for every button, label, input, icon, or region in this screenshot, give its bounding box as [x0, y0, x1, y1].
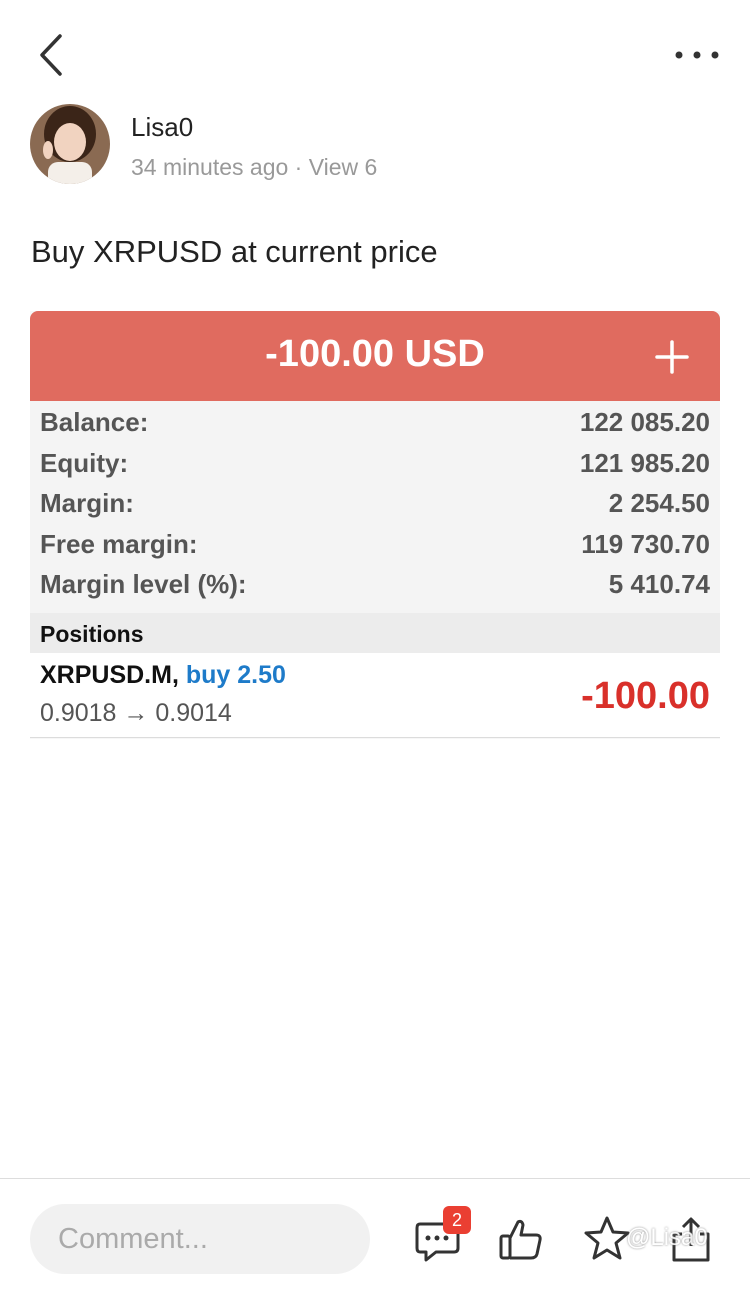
top-bar [0, 0, 750, 110]
positions-title: Positions [40, 621, 144, 647]
star-icon [584, 1216, 630, 1260]
favorite-button[interactable] [582, 1214, 632, 1264]
thumbs-up-icon [499, 1219, 542, 1260]
summary-row-balance: Balance: 122 085.20 [40, 407, 710, 447]
summary-row-margin-level: Margin level (%): 5 410.74 [40, 569, 710, 609]
account-summary: Balance: 122 085.20 Equity: 121 985.20 M… [30, 401, 720, 613]
positions-header: Positions [30, 613, 720, 653]
author-name[interactable]: Lisa0 [131, 112, 193, 143]
summary-value: 121 985.20 [579, 448, 710, 478]
total-pnl: -100.00 USD [265, 333, 485, 375]
footer-divider [0, 1178, 750, 1179]
expand-button[interactable] [654, 339, 690, 375]
more-options-button[interactable] [672, 40, 722, 70]
position-symbol: XRPUSD.M, [40, 661, 179, 689]
summary-label: Equity: [40, 448, 129, 478]
post-text: Buy XRPUSD at current price [31, 234, 438, 269]
position-title: XRPUSD.M, buy 2.50 [40, 661, 286, 690]
summary-row-margin: Margin: 2 254.50 [40, 488, 710, 528]
summary-label: Margin level (%): [40, 569, 247, 599]
summary-value: 119 730.70 [581, 529, 710, 559]
summary-row-free-margin: Free margin: 119 730.70 [40, 529, 710, 569]
chevron-left-icon [40, 34, 62, 76]
post-time: 34 minutes ago [131, 154, 289, 180]
summary-value: 2 254.50 [608, 488, 710, 518]
more-horizontal-icon [675, 51, 719, 59]
back-button[interactable] [30, 30, 80, 80]
summary-label: Free margin: [40, 529, 198, 559]
summary-row-equity: Equity: 121 985.20 [40, 448, 710, 488]
like-button[interactable] [496, 1214, 546, 1264]
post-meta: 34 minutes ago · View 6 [131, 154, 377, 181]
summary-label: Balance: [40, 407, 149, 437]
meta-separator: · [294, 154, 309, 180]
comment-input[interactable] [30, 1204, 370, 1274]
summary-value: 5 410.74 [608, 569, 710, 599]
summary-label: Margin: [40, 488, 134, 518]
avatar[interactable] [30, 104, 110, 184]
comment-count-badge: 2 [443, 1206, 471, 1234]
watermark: @Lisa0 [626, 1224, 708, 1251]
summary-value: 122 085.20 [579, 407, 710, 437]
plus-icon [655, 340, 689, 374]
trade-card-header: -100.00 USD [30, 311, 720, 401]
trade-card: -100.00 USD Balance: 122 085.20 Equity: … [30, 311, 720, 739]
position-pnl: -100.00 [581, 675, 710, 717]
position-row: XRPUSD.M, buy 2.50 0.9018 → 0.9014 -100.… [30, 653, 720, 738]
position-prices: 0.9018 → 0.9014 [40, 699, 232, 727]
post-author: Lisa0 34 minutes ago · View 6 [30, 104, 720, 188]
position-side: buy 2.50 [185, 661, 286, 689]
view-count: View 6 [308, 154, 378, 180]
